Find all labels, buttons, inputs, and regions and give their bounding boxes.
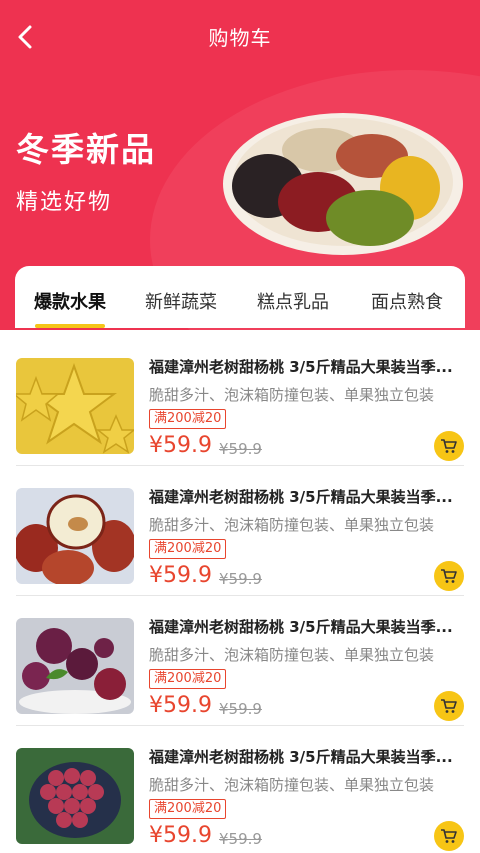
cart-icon	[441, 829, 457, 843]
add-to-cart-button[interactable]	[434, 431, 464, 461]
product-card[interactable]: 福建漳州老树甜杨桃 3/5斤精品大果装当季... 脆甜多汁、泡沫箱防撞包装、单果…	[16, 726, 464, 853]
tab-label: 糕点乳品	[257, 292, 329, 313]
product-title: 福建漳州老树甜杨桃 3/5斤精品大果装当季...	[149, 618, 453, 636]
tab-label: 新鲜蔬菜	[145, 292, 217, 313]
cart-icon	[441, 569, 457, 583]
tab-noodle-deli[interactable]: 面点熟食	[349, 266, 465, 328]
add-to-cart-button[interactable]	[434, 691, 464, 721]
grain-plate-image	[223, 113, 463, 255]
banner-title: 冬季新品	[16, 130, 156, 169]
original-price: ¥59.9	[219, 570, 262, 588]
product-description: 脆甜多汁、泡沫箱防撞包装、单果独立包装	[149, 776, 435, 794]
product-image-jujube	[16, 488, 134, 584]
category-tabs: 爆款水果 新鲜蔬菜 糕点乳品 面点熟食	[15, 266, 465, 328]
tab-pastry-dairy[interactable]: 糕点乳品	[237, 266, 349, 328]
cart-icon	[441, 439, 457, 453]
product-image-starfruit	[16, 358, 134, 454]
product-title: 福建漳州老树甜杨桃 3/5斤精品大果装当季...	[149, 488, 453, 506]
product-price: ¥59.9	[149, 823, 212, 848]
add-to-cart-button[interactable]	[434, 821, 464, 851]
banner-subtitle: 精选好物	[16, 190, 113, 215]
product-card[interactable]: 福建漳州老树甜杨桃 3/5斤精品大果装当季... 脆甜多汁、泡沫箱防撞包装、单果…	[16, 336, 464, 466]
tab-hot-fruit[interactable]: 爆款水果	[15, 266, 125, 328]
promo-badge: 满200减20	[149, 669, 227, 689]
original-price: ¥59.9	[219, 440, 262, 458]
product-title: 福建漳州老树甜杨桃 3/5斤精品大果装当季...	[149, 748, 453, 766]
promo-badge: 满200减20	[149, 539, 227, 559]
product-description: 脆甜多汁、泡沫箱防撞包装、单果独立包装	[149, 386, 435, 404]
product-image-bayberry	[16, 618, 134, 714]
nav-bar: 购物车	[0, 0, 480, 72]
original-price: ¥59.9	[219, 830, 262, 848]
product-card[interactable]: 福建漳州老树甜杨桃 3/5斤精品大果装当季... 脆甜多汁、泡沫箱防撞包装、单果…	[16, 466, 464, 596]
product-image-grapes	[16, 748, 134, 844]
product-price: ¥59.9	[149, 433, 212, 458]
add-to-cart-button[interactable]	[434, 561, 464, 591]
tab-active-indicator	[35, 324, 105, 328]
tab-label: 面点熟食	[371, 292, 443, 313]
tab-label: 爆款水果	[34, 292, 106, 313]
product-price: ¥59.9	[149, 563, 212, 588]
product-card[interactable]: 福建漳州老树甜杨桃 3/5斤精品大果装当季... 脆甜多汁、泡沫箱防撞包装、单果…	[16, 596, 464, 726]
tab-fresh-vegetables[interactable]: 新鲜蔬菜	[125, 266, 237, 328]
product-description: 脆甜多汁、泡沫箱防撞包装、单果独立包装	[149, 646, 435, 664]
product-description: 脆甜多汁、泡沫箱防撞包装、单果独立包装	[149, 516, 435, 534]
page-title: 购物车	[208, 26, 272, 50]
promo-badge: 满200减20	[149, 409, 227, 429]
original-price: ¥59.9	[219, 700, 262, 718]
product-title: 福建漳州老树甜杨桃 3/5斤精品大果装当季...	[149, 358, 453, 376]
cart-icon	[441, 699, 457, 713]
product-price: ¥59.9	[149, 693, 212, 718]
promo-badge: 满200减20	[149, 799, 227, 819]
